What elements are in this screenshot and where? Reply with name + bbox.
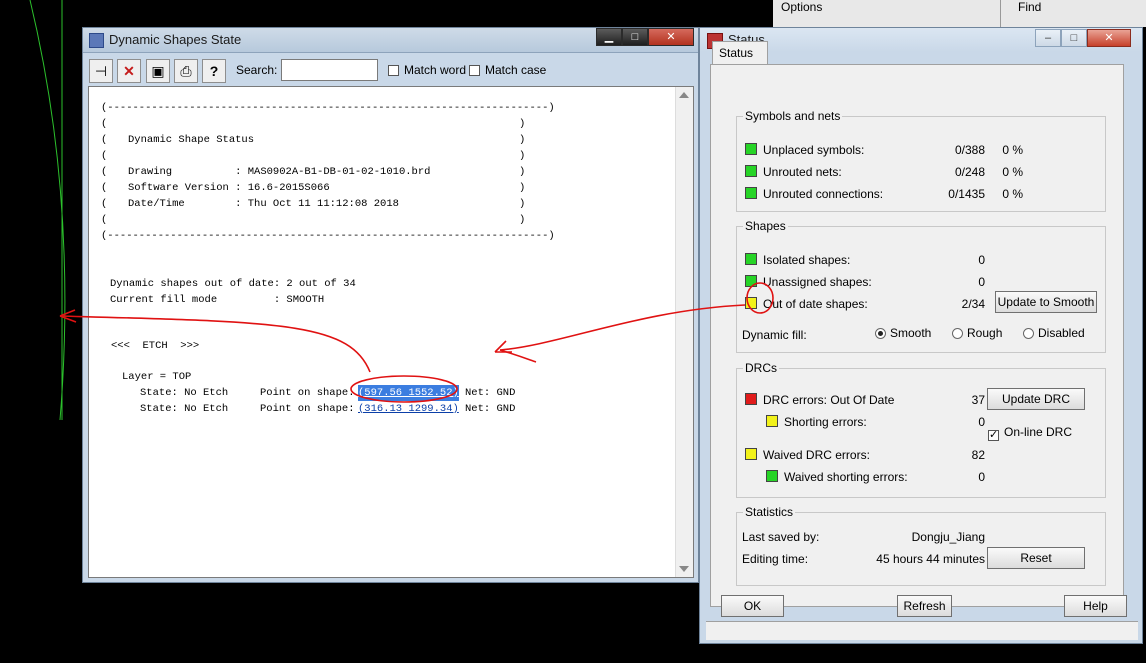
red-annotations	[59, 282, 774, 403]
annotation-arrow	[59, 315, 371, 373]
annotation-arrow	[499, 304, 746, 351]
indicator-circle	[746, 282, 774, 314]
highlight-ellipse	[350, 375, 458, 403]
